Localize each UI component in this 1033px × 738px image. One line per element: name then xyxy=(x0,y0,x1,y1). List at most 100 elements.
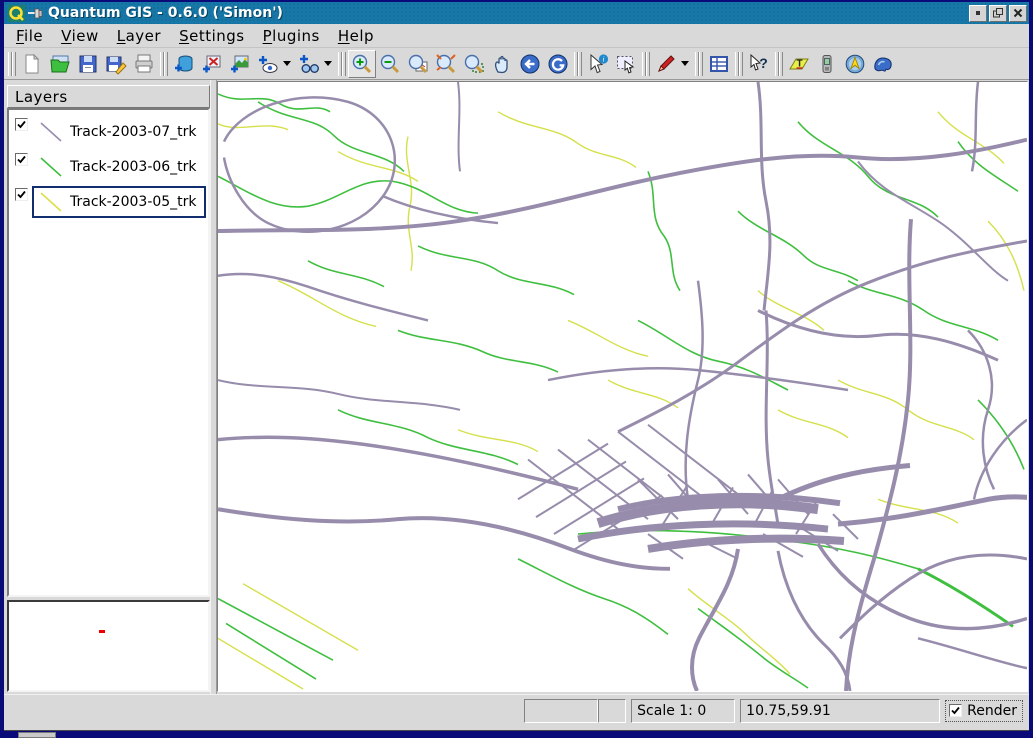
compass-plugin-button[interactable] xyxy=(841,50,869,78)
close-button[interactable] xyxy=(1009,5,1027,22)
toolbar-handle[interactable] xyxy=(574,52,581,76)
cursor-info-icon: i xyxy=(587,53,609,75)
gps-device-icon xyxy=(816,53,838,75)
open-project-button[interactable] xyxy=(46,50,74,78)
folder-open-icon xyxy=(49,53,71,75)
menu-view[interactable]: View xyxy=(59,25,107,47)
toolbar-handle[interactable] xyxy=(160,52,167,76)
menu-file[interactable]: File xyxy=(14,25,51,47)
pencil-icon xyxy=(655,53,677,75)
arrow-left-circle-icon xyxy=(519,53,541,75)
toolbar-group xyxy=(158,48,336,79)
layer-line-symbol xyxy=(38,120,64,144)
floppy-icon xyxy=(77,53,99,75)
layer-body[interactable]: Track-2003-07_trk xyxy=(32,116,206,148)
track-layer-Track-2003-06_trk xyxy=(218,94,1024,688)
layer-row-Track-2003-07_trk[interactable]: Track-2003-07_trk xyxy=(13,116,206,148)
add-raster-layer-button[interactable] xyxy=(226,50,254,78)
progress-bar xyxy=(524,699,626,723)
new-vector-layer-button[interactable] xyxy=(254,50,282,78)
toolbar-handle[interactable] xyxy=(775,52,782,76)
save-project-button[interactable] xyxy=(74,50,102,78)
floppy-pencil-icon xyxy=(105,53,127,75)
render-toggle[interactable]: Render xyxy=(945,700,1023,722)
refresh-map-button[interactable] xyxy=(544,50,572,78)
main-area: Layers Track-2003-07_trkTrack-2003-06_tr… xyxy=(4,80,1029,694)
toolbar-handle[interactable] xyxy=(642,52,649,76)
cursor-question-icon: ? xyxy=(748,53,770,75)
zoom-full-extent-button[interactable] xyxy=(404,50,432,78)
titlebar: Quantum GIS - 0.6.0 ('Simon') xyxy=(4,2,1029,24)
compass-icon xyxy=(844,53,866,75)
eye-plus-icon xyxy=(257,53,279,75)
menu-settings[interactable]: Settings xyxy=(177,25,253,47)
toolbar-group xyxy=(6,48,158,79)
print-button[interactable] xyxy=(130,50,158,78)
overview-map[interactable] xyxy=(7,600,210,692)
capture-point-button[interactable] xyxy=(652,50,680,78)
toolbar-handle[interactable] xyxy=(8,52,15,76)
menu-plugins[interactable]: Plugins xyxy=(261,25,328,47)
add-postgis-layer-button[interactable] xyxy=(170,50,198,78)
layer-row-Track-2003-05_trk[interactable]: Track-2003-05_trk xyxy=(13,186,206,218)
blue-blob-icon xyxy=(872,53,894,75)
toolbar-handle[interactable] xyxy=(338,52,345,76)
zoom-last-button[interactable] xyxy=(432,50,460,78)
toolbar: i? T xyxy=(4,48,1029,80)
new-project-button[interactable] xyxy=(18,50,46,78)
zoom-previous-button[interactable] xyxy=(516,50,544,78)
new-vector-layer-dropdown-arrow[interactable] xyxy=(283,61,291,66)
minimize-button[interactable] xyxy=(969,5,987,22)
layer-visibility-checkbox[interactable] xyxy=(15,118,28,131)
zoom-to-selection-button[interactable] xyxy=(460,50,488,78)
render-checkbox[interactable] xyxy=(949,704,962,717)
layer-visibility-checkbox[interactable] xyxy=(15,188,28,201)
toolbar-handle[interactable] xyxy=(695,52,702,76)
map-canvas[interactable] xyxy=(217,81,1028,692)
qgis-window: Quantum GIS - 0.6.0 ('Simon') File View La… xyxy=(0,0,1033,738)
maximize-button[interactable] xyxy=(989,5,1007,22)
add-wms-layer-dropdown-arrow[interactable] xyxy=(324,61,332,66)
layer-name: Track-2003-05_trk xyxy=(70,194,197,210)
printer-icon xyxy=(133,53,155,75)
layer-visibility-checkbox[interactable] xyxy=(15,153,28,166)
grass-plugin-button[interactable] xyxy=(869,50,897,78)
gps-tools-button[interactable] xyxy=(813,50,841,78)
toolbar-handle[interactable] xyxy=(735,52,742,76)
zoom-full-icon xyxy=(407,53,429,75)
add-vector-layer-button[interactable] xyxy=(198,50,226,78)
toolbar-group: i xyxy=(572,48,640,79)
overview-extent-marker xyxy=(99,630,105,633)
add-text-labels-button[interactable]: T xyxy=(785,50,813,78)
progress-cell-1 xyxy=(524,699,598,723)
select-features-button[interactable] xyxy=(612,50,640,78)
layer-row-Track-2003-06_trk[interactable]: Track-2003-06_trk xyxy=(13,151,206,183)
layer-body[interactable]: Track-2003-06_trk xyxy=(32,151,206,183)
zoom-out-button[interactable] xyxy=(376,50,404,78)
toolbar-group xyxy=(336,48,572,79)
capture-point-dropdown-arrow[interactable] xyxy=(681,61,689,66)
menu-help[interactable]: Help xyxy=(336,25,382,47)
resize-grip[interactable] xyxy=(18,732,56,738)
add-wms-layer-button[interactable] xyxy=(295,50,323,78)
layer-body[interactable]: Track-2003-05_trk xyxy=(32,186,206,218)
refresh-circle-icon xyxy=(547,53,569,75)
coordinate-display: 10.75,59.91 xyxy=(740,699,940,723)
layer-name: Track-2003-07_trk xyxy=(70,124,197,140)
pushpin-icon[interactable] xyxy=(27,5,44,22)
menu-layer[interactable]: Layer xyxy=(115,25,169,47)
select-rect-icon xyxy=(615,53,637,75)
open-attribute-table-button[interactable] xyxy=(705,50,733,78)
dock-splitter[interactable] xyxy=(210,80,217,694)
window-bottom-frame xyxy=(4,730,1029,738)
gps-tracks-map xyxy=(218,82,1027,691)
pan-map-button[interactable] xyxy=(488,50,516,78)
svg-text:i: i xyxy=(602,54,604,63)
whats-this-help-button[interactable]: ? xyxy=(745,50,773,78)
zoom-in-button[interactable] xyxy=(348,50,376,78)
map-wrap xyxy=(217,80,1029,694)
svg-text:?: ? xyxy=(759,55,768,71)
identify-features-button[interactable]: i xyxy=(584,50,612,78)
save-project-as-button[interactable] xyxy=(102,50,130,78)
glasses-plus-icon xyxy=(298,53,320,75)
